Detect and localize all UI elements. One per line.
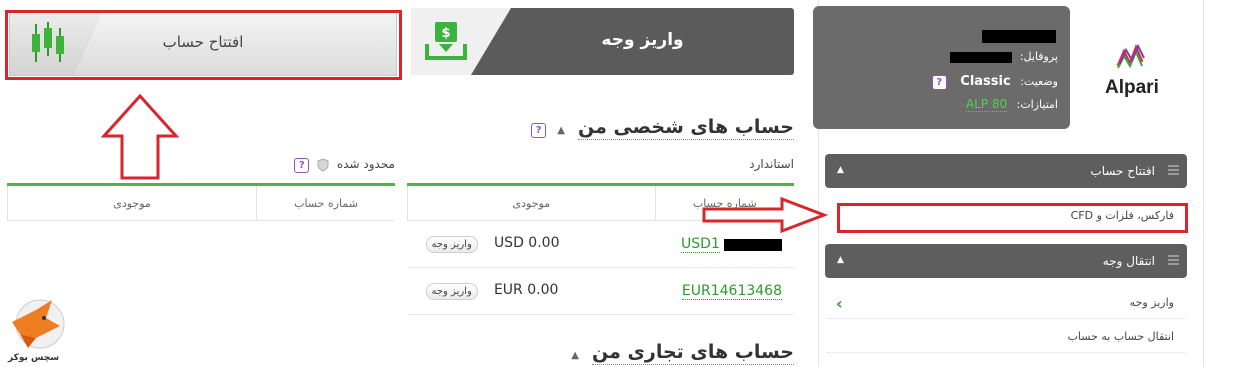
balance-cell: واریز وجه USD 0.00 <box>407 220 656 268</box>
trading-accounts-header: حساب های تجاری من ▲ <box>571 341 794 365</box>
redacted-block <box>982 30 1056 43</box>
watermark-fox-logo <box>12 299 65 349</box>
annotation-up-arrow <box>100 93 180 180</box>
menu-open-account-header[interactable]: افتتاح حساب ▲ <box>825 154 1187 188</box>
deposit-button[interactable]: $ واریز وجه <box>411 8 794 75</box>
menu-title: انتقال وجه <box>1102 254 1155 268</box>
redacted-block <box>950 51 1013 63</box>
personal-accounts-header: حساب های شخصی من ▲ ? <box>531 116 794 140</box>
collapse-triangle-icon: ▲ <box>837 255 844 265</box>
svg-text:$: $ <box>441 26 450 41</box>
collapse-toggle[interactable]: ▲ <box>557 125 565 136</box>
profile-card: پروفایل: وضعیت: Classic ? امتیازات: ALP … <box>813 6 1070 129</box>
table-row: واریز وجه EUR 0.00 EUR14613468 <box>407 267 794 315</box>
standard-label: استاندارد <box>749 157 794 171</box>
menu-title: افتتاح حساب <box>1090 164 1155 178</box>
alpari-logo-icon <box>1116 44 1145 69</box>
redacted-block <box>724 238 782 251</box>
restricted-label: محدود شده <box>336 157 395 171</box>
restricted-header: محدود شده ? <box>294 157 395 173</box>
account-link[interactable]: USD1 <box>681 236 720 253</box>
deposit-label: واریز وجه <box>601 30 684 50</box>
status-row: وضعیت: Classic ? <box>931 74 1058 90</box>
points-row: امتیازات: ALP 80 <box>965 97 1058 112</box>
balance-column-header: موجودی <box>6 184 257 221</box>
profile-row: پروفایل: <box>950 50 1058 63</box>
profile-label: پروفایل: <box>1019 50 1058 63</box>
annotation-highlight-box <box>5 10 402 80</box>
status-value: Classic <box>960 74 1011 89</box>
alpari-logo-text: Alpari <box>1105 77 1159 98</box>
balance-cell: واریز وجه EUR 0.00 <box>407 267 656 315</box>
account-number-column-header: شماره حساب <box>256 184 395 221</box>
menu-grip-icon <box>1168 255 1179 265</box>
balance-value: EUR 0.00 <box>493 282 559 298</box>
menu-grip-icon <box>1168 165 1179 175</box>
help-icon[interactable]: ? <box>531 123 547 138</box>
restricted-accounts-table: موجودی شماره حساب <box>6 183 395 221</box>
table-header-row: موجودی شماره حساب <box>6 184 395 221</box>
menu-item-label: واریز وجه <box>1129 296 1174 309</box>
account-number-cell: EUR14613468 <box>655 267 794 315</box>
personal-accounts-title[interactable]: حساب های شخصی من <box>577 116 794 140</box>
menu-item-account-transfer[interactable]: انتقال حساب به حساب <box>826 330 1186 353</box>
collapse-toggle[interactable]: ▲ <box>571 350 579 361</box>
account-link[interactable]: EUR14613468 <box>681 283 782 300</box>
annotation-right-arrow <box>702 196 829 234</box>
watermark-text: سچس بوکر <box>8 353 60 363</box>
annotation-highlight-box <box>837 203 1188 233</box>
balance-value: USD 0.00 <box>493 235 560 251</box>
menu-item-deposit[interactable]: واریز وجه › <box>826 294 1186 319</box>
status-label: وضعیت: <box>1020 75 1058 88</box>
points-value[interactable]: ALP 80 <box>965 97 1008 112</box>
shield-icon <box>317 157 329 172</box>
help-icon[interactable]: ? <box>931 75 947 90</box>
menu-transfer-header[interactable]: انتقال وجه ▲ <box>825 244 1187 278</box>
active-chevron-icon: › <box>836 294 843 313</box>
trading-accounts-title[interactable]: حساب های تجاری من <box>592 341 794 365</box>
balance-column-header: موجودی <box>407 184 656 221</box>
menu-item-label: انتقال حساب به حساب <box>1067 330 1174 343</box>
row-deposit-button[interactable]: واریز وجه <box>425 236 478 253</box>
collapse-triangle-icon: ▲ <box>837 165 844 175</box>
points-label: امتیازات: <box>1016 98 1058 111</box>
deposit-money-icon: $ <box>425 22 467 60</box>
row-deposit-button[interactable]: واریز وجه <box>425 283 478 300</box>
help-icon[interactable]: ? <box>294 158 310 173</box>
